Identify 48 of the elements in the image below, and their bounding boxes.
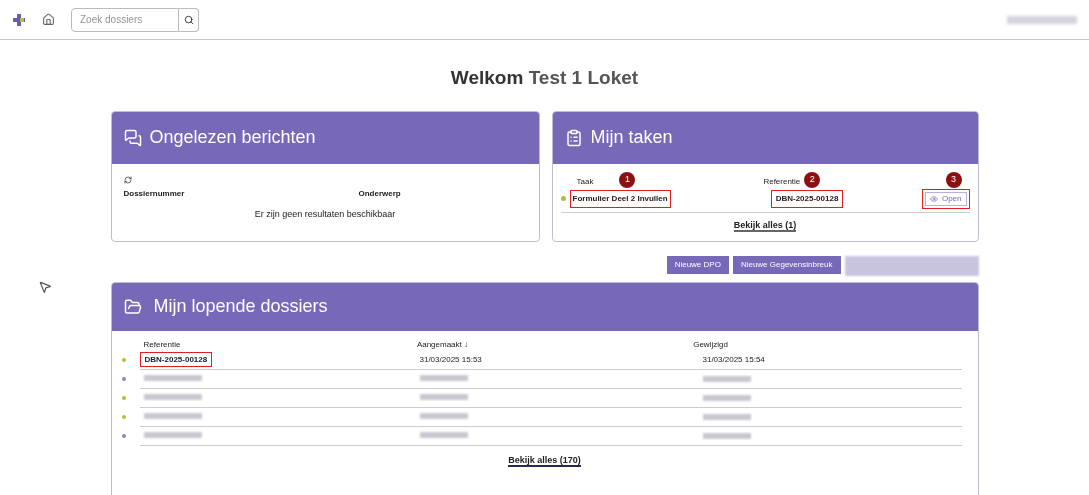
search-field[interactable]: Zoek dossiers: [71, 7, 179, 32]
chat-icon: [123, 128, 142, 147]
redacted-text: [143, 431, 202, 438]
redacted-text: [419, 431, 468, 438]
search-button[interactable]: [179, 7, 199, 32]
column-header: Onderwerp: [358, 187, 401, 200]
column-header: Taak: [576, 175, 594, 188]
action-button[interactable]: Nieuwe DPO: [666, 255, 729, 274]
open-button[interactable]: Open: [924, 191, 967, 206]
card-title: Mijn taken: [590, 126, 673, 149]
redacted-text: [143, 412, 202, 419]
view-all-link[interactable]: Bekijk alles (170): [508, 454, 581, 467]
empty-message: Er zijn geen resultaten beschikbaar: [254, 208, 396, 219]
table-cell: 31/03/2025 15:54: [702, 353, 765, 366]
card-title: Mijn lopende dossiers: [153, 295, 328, 318]
column-header: Dossiernummer: [123, 187, 186, 200]
column-header[interactable]: Aangemaakt ↓: [416, 338, 694, 351]
numbered-marker: 1: [619, 171, 636, 188]
logo-icon[interactable]: [12, 12, 26, 27]
column-header: Referentie: [763, 175, 801, 188]
welcome-heading: Welkom Test 1 Loket: [450, 67, 639, 88]
dossier-reference[interactable]: DBN-2025-00128: [139, 351, 213, 367]
task-name[interactable]: Formulier Deel 2 Invullen: [569, 189, 671, 208]
column-header[interactable]: Referentie: [143, 338, 417, 351]
refresh-icon[interactable]: [123, 175, 132, 184]
home-icon[interactable]: [42, 13, 55, 26]
redacted-text: [143, 393, 202, 400]
task-reference: DBN-2025-00128: [770, 189, 844, 208]
column-header[interactable]: Gewijzigd: [693, 338, 970, 351]
search-icon: [183, 14, 194, 25]
redacted-text: [143, 374, 202, 381]
redacted-text: [419, 374, 468, 381]
redacted-text: [702, 375, 751, 382]
table-cell-text: 31/03/2025 15:53: [419, 353, 483, 366]
redacted-text: [702, 432, 751, 439]
numbered-marker: 2: [804, 171, 821, 188]
mouse-cursor-icon: [38, 280, 52, 294]
folder-icon: [123, 297, 142, 316]
eye-icon: [929, 194, 938, 203]
card-title: Ongelezen berichten: [149, 126, 316, 149]
redacted-text: [419, 393, 468, 400]
action-button[interactable]: Nieuwe Gegevensinbreuk: [732, 255, 841, 274]
redacted-text: [419, 412, 468, 419]
view-all-link[interactable]: Bekijk alles (1): [733, 219, 797, 232]
redacted-text: [702, 413, 751, 420]
numbered-marker: 3: [945, 171, 962, 188]
clipboard-icon: [564, 128, 583, 147]
redacted-text: [702, 394, 751, 401]
